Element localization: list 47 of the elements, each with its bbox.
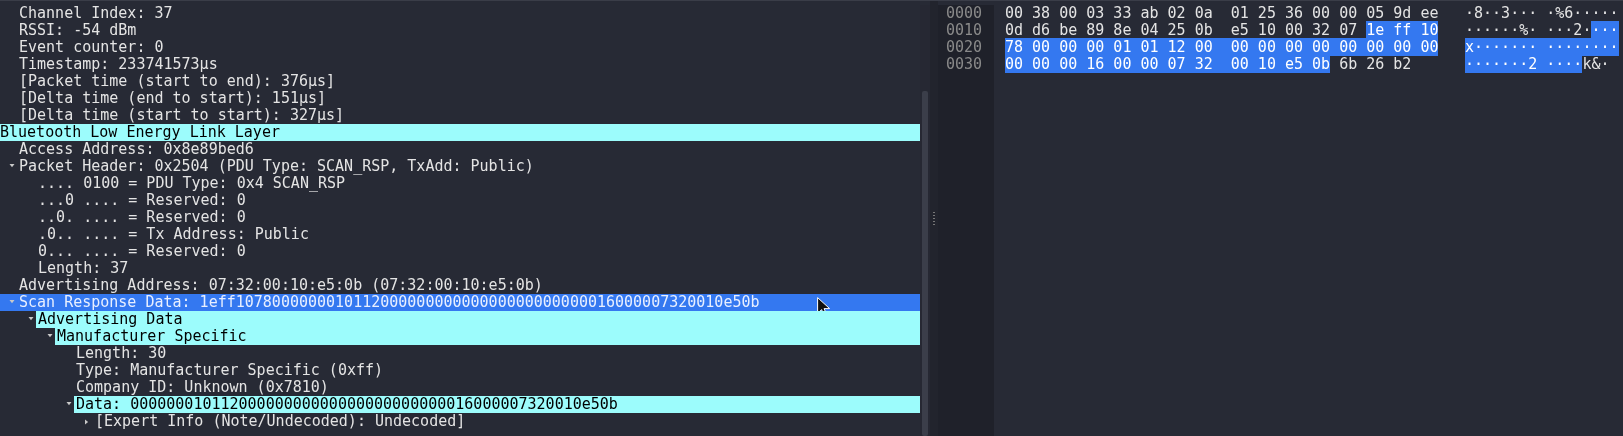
tree-item[interactable]: .0.. .... = Tx Address: Public <box>38 226 920 243</box>
tree-item[interactable]: RSSI: -54 dBm <box>19 22 920 39</box>
hex-offset: 0020 <box>946 39 984 56</box>
tree-item[interactable]: Packet Header: 0x2504 (PDU Type: SCAN_RSP, TxAdd: Public) <box>19 158 920 175</box>
tree-item[interactable]: Bluetooth Low Energy Link Layer <box>0 124 920 141</box>
tree-item[interactable]: Manufacturer Specific <box>55 328 920 345</box>
tree-item[interactable]: Advertising Address: 07:32:00:10:e5:0b (07:32:00:10:e5:0b) <box>19 277 920 294</box>
hex-bytes[interactable]: 00 38 00 03 33 ab 02 0a 01 25 36 00 00 05 9d ee <box>1005 4 1439 22</box>
hex-offset: 0000 <box>946 5 984 22</box>
tree-item[interactable]: .... 0100 = PDU Type: 0x4 SCAN_RSP <box>38 175 920 192</box>
tree-item[interactable]: Timestamp: 233741573µs <box>19 56 920 73</box>
expander-icon[interactable] <box>26 317 35 322</box>
hex-offset: 0010 <box>946 22 984 39</box>
expander-icon[interactable] <box>7 164 16 169</box>
ascii-text[interactable]: ·······2 ···· <box>1465 55 1583 73</box>
tree-item[interactable]: Channel Index: 37 <box>19 5 920 22</box>
tree-item[interactable]: [Delta time (end to start): 151µs] <box>19 90 920 107</box>
ascii-text[interactable]: x······· ········ <box>1465 38 1619 56</box>
tree-item[interactable]: Length: 37 <box>38 260 920 277</box>
ascii-text[interactable]: ··· <box>1591 21 1619 39</box>
tree-item[interactable]: Access Address: 0x8e89bed6 <box>19 141 920 158</box>
hex-bytes[interactable]: 6b 26 b2 <box>1330 55 1412 73</box>
hex-offset: 0030 <box>946 56 984 73</box>
tree-item[interactable]: Event counter: 0 <box>19 39 920 56</box>
hex-bytes[interactable]: 78 00 00 00 01 01 12 00 00 00 00 00 00 00 00 00 <box>1005 38 1439 56</box>
tree-item[interactable]: Type: Manufacturer Specific (0xff) <box>76 362 920 379</box>
expander-icon[interactable] <box>85 417 90 426</box>
hex-bytes[interactable]: 0d d6 be 89 8e 04 25 0b e5 10 00 32 07 <box>1005 21 1367 39</box>
ascii-text[interactable]: k&· <box>1582 55 1610 73</box>
tree-item[interactable]: ..0. .... = Reserved: 0 <box>38 209 920 226</box>
ascii-text[interactable]: ·8··3··· ·%6····· <box>1465 4 1619 22</box>
tree-item[interactable]: [Delta time (start to start): 327µs] <box>19 107 920 124</box>
hex-bytes[interactable]: 00 00 00 16 00 00 07 32 00 10 e5 0b <box>1005 55 1331 73</box>
tree-item[interactable]: Data: 00000001011200000000000000000000000016000007320010e50b <box>74 396 920 413</box>
tree-item[interactable]: Scan Response Data: 1eff107800000001011200000000000000000000000016000007320010e50b <box>19 294 920 311</box>
tree-item[interactable]: [Expert Info (Note/Undecoded): Undecoded] <box>95 413 920 430</box>
tree-item[interactable]: [Packet time (start to end): 376µs] <box>19 73 920 90</box>
tree-item[interactable]: ...0 .... = Reserved: 0 <box>38 192 920 209</box>
splitter-handle-icon[interactable] <box>933 211 935 226</box>
expander-icon[interactable] <box>45 334 54 339</box>
hex-bytes[interactable]: 1e ff 10 <box>1366 21 1439 39</box>
tree-item[interactable]: Company ID: Unknown (0x7810) <box>76 379 920 396</box>
tree-item[interactable]: Advertising Data <box>36 311 920 328</box>
expander-icon[interactable] <box>64 402 73 407</box>
tree-item[interactable]: 0... .... = Reserved: 0 <box>38 243 920 260</box>
tree-item[interactable]: Length: 30 <box>76 345 920 362</box>
ascii-text[interactable]: ······%· ···2· <box>1465 21 1592 39</box>
